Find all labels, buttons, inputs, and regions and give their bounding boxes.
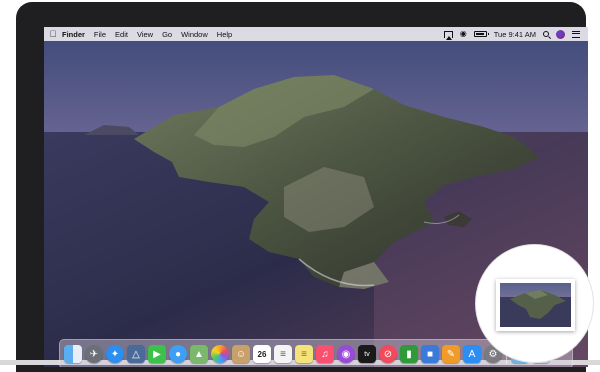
dock-photos-icon[interactable] <box>211 345 229 363</box>
dock-news-icon[interactable]: ⊘ <box>379 345 397 363</box>
screenshot-thumbnail[interactable] <box>496 279 575 331</box>
battery-icon[interactable] <box>473 31 489 37</box>
apple-logo-icon[interactable]:  <box>44 29 62 39</box>
tv-label: tv <box>364 350 370 358</box>
menu-file[interactable]: File <box>94 30 106 39</box>
dock-keynote-icon[interactable]: ■ <box>421 345 439 363</box>
dock-numbers-icon[interactable]: ▮ <box>400 345 418 363</box>
dock-maps-icon[interactable]: ▲ <box>190 345 208 363</box>
dock-app-store-icon[interactable]: A <box>463 345 481 363</box>
menu-view[interactable]: View <box>137 30 153 39</box>
dock-photo-booth-icon[interactable]: △ <box>127 345 145 363</box>
dock-reminders-icon[interactable]: ≡ <box>274 345 292 363</box>
screenshot-preview-callout <box>476 245 593 362</box>
menu-edit[interactable]: Edit <box>115 30 128 39</box>
dock-notes-icon[interactable]: ≡ <box>295 345 313 363</box>
dock-pages-icon[interactable]: ✎ <box>442 345 460 363</box>
wifi-icon[interactable]: ◉ <box>460 30 467 38</box>
dock-music-icon[interactable]: ♫ <box>316 345 334 363</box>
airplay-icon[interactable] <box>443 30 453 40</box>
menu-bar:  Finder File Edit View Go Window Help ◉… <box>44 27 588 41</box>
dock-contacts-icon[interactable]: ☺ <box>232 345 250 363</box>
menu-help[interactable]: Help <box>217 30 232 39</box>
menu-extras: ◉ Tue 9:41 AM <box>443 27 580 41</box>
spotlight-search-icon[interactable] <box>543 31 549 37</box>
siri-icon[interactable] <box>556 29 565 39</box>
menu-window[interactable]: Window <box>181 30 208 39</box>
dock-podcasts-icon[interactable]: ◉ <box>337 345 355 363</box>
notification-center-icon[interactable] <box>572 30 580 38</box>
dock-calendar-icon[interactable]: 26 <box>253 345 271 363</box>
dock-tv-icon[interactable]: tv <box>358 345 376 363</box>
dock-finder-icon[interactable] <box>64 345 82 363</box>
menu-go[interactable]: Go <box>162 30 172 39</box>
calendar-day: 26 <box>257 349 267 359</box>
thumbnail-image <box>500 283 571 327</box>
menu-finder[interactable]: Finder <box>62 30 85 39</box>
dock-launchpad-icon[interactable]: ✈ <box>85 345 103 363</box>
dock-messages-icon[interactable]: ● <box>169 345 187 363</box>
dock-facetime-icon[interactable]: ▶ <box>148 345 166 363</box>
menu-clock[interactable]: Tue 9:41 AM <box>494 30 536 39</box>
dock-safari-icon[interactable]: ✦ <box>106 345 124 363</box>
